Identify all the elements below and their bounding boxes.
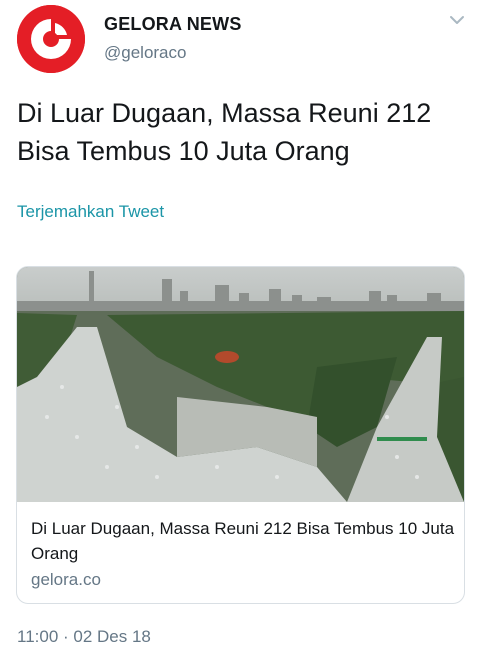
account-handle[interactable]: @geloraco [104, 43, 186, 63]
card-image [17, 267, 464, 502]
avatar[interactable] [17, 5, 85, 73]
card-title[interactable]: Di Luar Dugaan, Massa Reuni 212 Bisa Tem… [31, 516, 456, 566]
account-name[interactable]: GELORA NEWS [104, 14, 242, 35]
translate-tweet-link[interactable]: Terjemahkan Tweet [17, 202, 164, 222]
tweet-header: GELORA NEWS @geloraco [0, 0, 480, 80]
tweet-text: Di Luar Dugaan, Massa Reuni 212 Bisa Tem… [17, 98, 432, 166]
tweet-timestamp[interactable]: 11:00 · 02 Des 18 [17, 627, 151, 647]
gelora-logo-icon [17, 5, 85, 73]
card-domain: gelora.co [31, 570, 101, 589]
chevron-down-icon[interactable] [448, 14, 466, 26]
link-card[interactable]: Di Luar Dugaan, Massa Reuni 212 Bisa Tem… [16, 266, 465, 604]
